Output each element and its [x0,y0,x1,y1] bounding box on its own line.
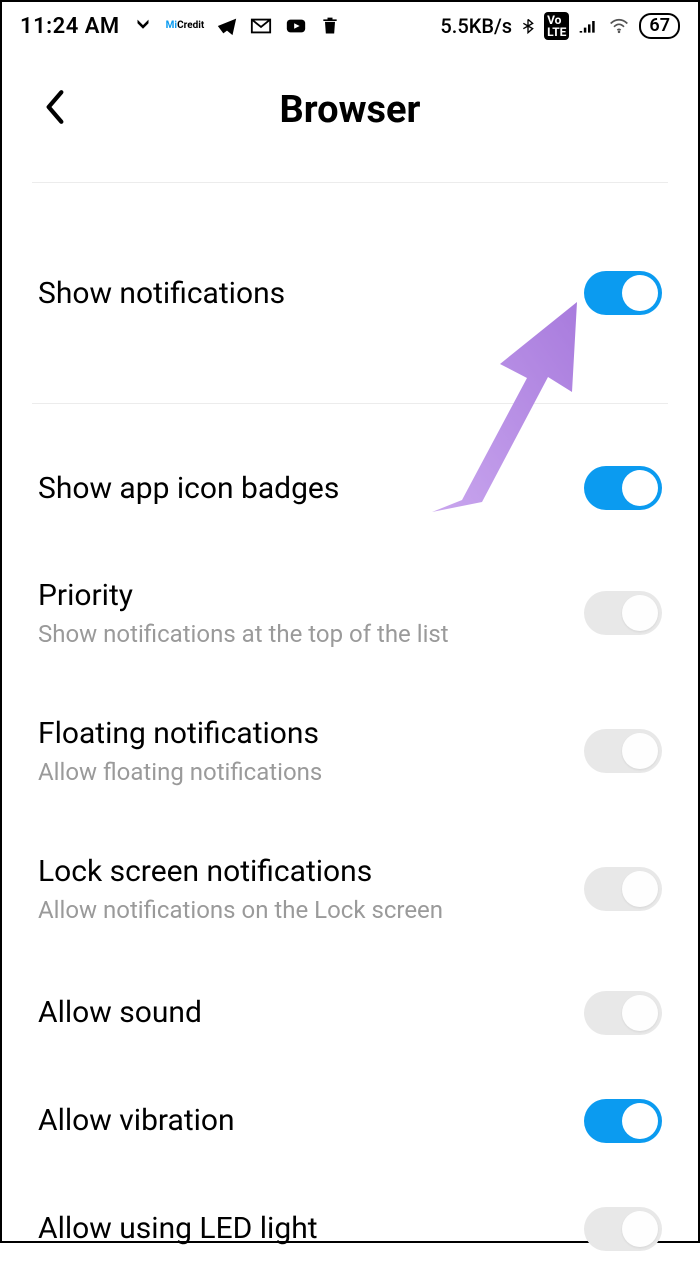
telegram-icon [216,15,238,37]
row-show-badges[interactable]: Show app icon badges [2,452,698,524]
back-button[interactable] [42,88,68,133]
toggle-floating[interactable] [584,729,662,773]
toggle-priority[interactable] [584,591,662,635]
label-sound: Allow sound [38,993,564,1032]
label-vibration: Allow vibration [38,1101,564,1140]
toggle-vibration[interactable] [584,1099,662,1143]
row-priority[interactable]: Priority Show notifications at the top o… [2,554,698,672]
label-show-notifications: Show notifications [38,274,564,313]
label-lockscreen: Lock screen notifications [38,852,564,891]
row-show-notifications[interactable]: Show notifications [2,238,698,348]
mi-credit-icon: MiCredit [166,21,205,31]
row-lockscreen[interactable]: Lock screen notifications Allow notifica… [2,830,698,948]
toggle-show-badges[interactable] [584,466,662,510]
row-sound[interactable]: Allow sound [2,977,698,1049]
signal-icon [577,16,599,36]
bluetooth-icon [520,15,536,37]
label-floating: Floating notifications [38,714,564,753]
page-header: Browser [2,48,698,182]
toggle-sound[interactable] [584,991,662,1035]
status-bar: 11:24 AM MiCredit 5.5KB/s VoLTE 67 [2,2,698,48]
missed-call-icon [132,15,154,37]
battery-indicator: 67 [639,13,680,39]
toggle-lockscreen[interactable] [584,867,662,911]
label-led: Allow using LED light [38,1209,564,1248]
label-show-badges: Show app icon badges [38,469,564,508]
sub-floating: Allow floating notifications [38,757,564,788]
gmail-icon [250,15,272,37]
trash-icon [320,15,340,37]
volte-icon: VoLTE [544,12,569,40]
sub-priority: Show notifications at the top of the lis… [38,619,564,650]
status-right: 5.5KB/s VoLTE 67 [440,12,680,40]
toggle-led[interactable] [584,1207,662,1251]
youtube-icon [284,15,308,37]
status-time: 11:24 AM [20,14,120,39]
wifi-icon [607,16,631,36]
row-vibration[interactable]: Allow vibration [2,1085,698,1157]
data-rate: 5.5KB/s [440,14,512,38]
row-floating[interactable]: Floating notifications Allow floating no… [2,692,698,810]
toggle-show-notifications[interactable] [584,271,662,315]
page-title: Browser [32,88,668,132]
label-priority: Priority [38,576,564,615]
row-led[interactable]: Allow using LED light [2,1193,698,1265]
sub-lockscreen: Allow notifications on the Lock screen [38,895,564,926]
status-left: 11:24 AM MiCredit [20,14,340,39]
